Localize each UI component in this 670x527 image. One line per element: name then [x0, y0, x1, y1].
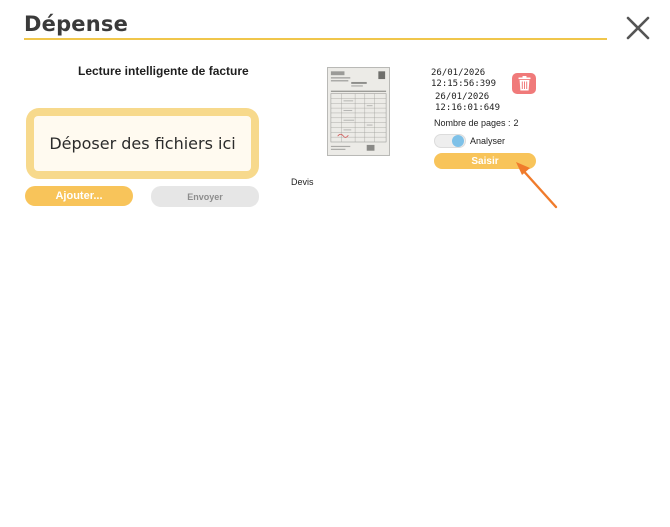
page-count-label: Nombre de pages :: [434, 118, 511, 128]
expense-dialog: Dépense Lecture intelligente de facture …: [0, 0, 670, 527]
close-button[interactable]: [624, 14, 652, 42]
document-thumbnail[interactable]: [327, 67, 390, 156]
document-type-label: Devis: [291, 177, 314, 187]
date-modified-time: 12:16:01:649: [435, 103, 501, 113]
analyze-toggle[interactable]: [434, 134, 466, 148]
close-icon: [626, 16, 650, 40]
page-count: Nombre de pages :2: [434, 118, 519, 128]
document-date-created: 26/01/2026 12:15:56:399: [431, 68, 496, 90]
document-date-modified: 26/01/2026 12:16:01:649: [435, 92, 500, 114]
analyze-label: Analyser: [470, 136, 506, 146]
send-button[interactable]: Envoyer: [151, 186, 259, 207]
page-count-value: 2: [513, 118, 519, 128]
document-preview-image: [328, 68, 389, 155]
file-dropzone[interactable]: Déposer des fichiers ici: [26, 108, 259, 179]
trash-icon: [518, 76, 530, 91]
date-created-time: 12:15:56:399: [431, 79, 497, 89]
delete-document-button[interactable]: [512, 73, 536, 94]
annotation-arrow-icon: [510, 155, 562, 211]
date-modified-day: 26/01/2026: [435, 92, 490, 102]
smart-invoice-reading-label: Lecture intelligente de facture: [78, 64, 249, 78]
dropzone-text: Déposer des fichiers ici: [49, 134, 236, 153]
title-underline: [24, 38, 607, 40]
date-created-day: 26/01/2026: [431, 68, 486, 78]
dialog-title: Dépense: [24, 12, 129, 36]
add-files-button[interactable]: Ajouter...: [25, 186, 133, 206]
dropzone-inner: Déposer des fichiers ici: [34, 116, 251, 171]
toggle-knob: [452, 135, 464, 147]
